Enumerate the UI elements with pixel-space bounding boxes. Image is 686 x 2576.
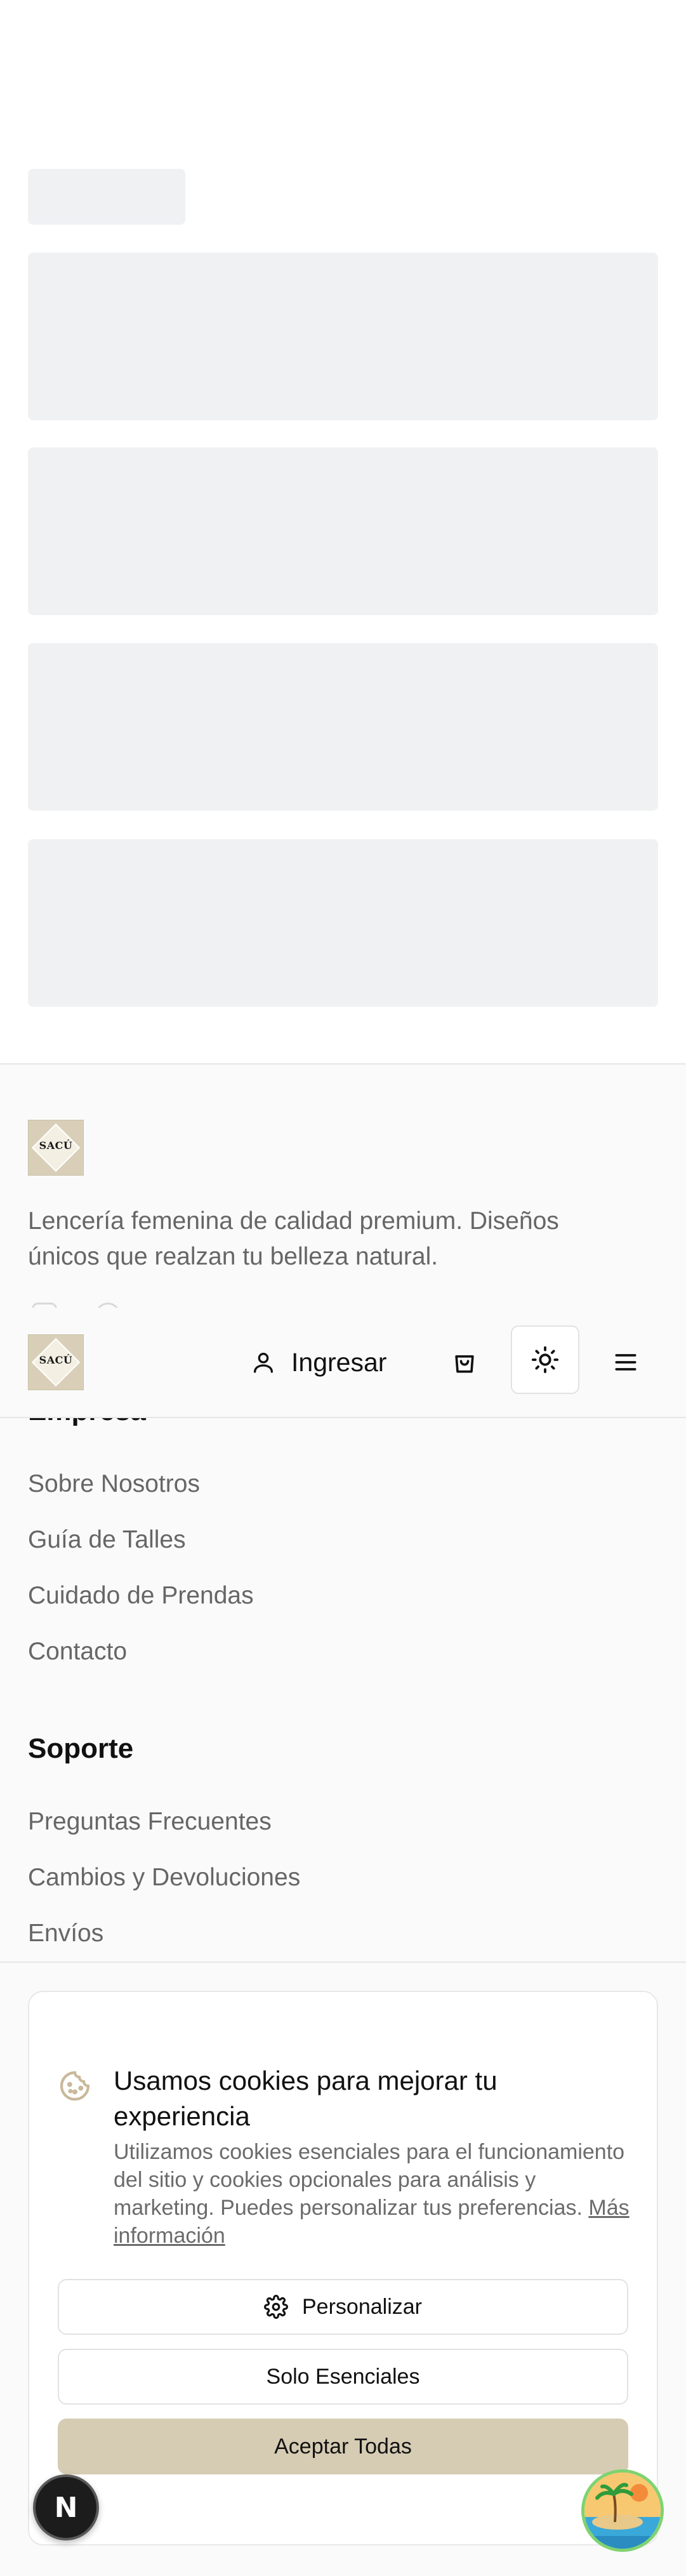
cookie-banner: Usamos cookies para mejorar tu experienc… [28, 1991, 658, 2546]
island-illustration [584, 2473, 661, 2549]
user-icon [254, 1353, 273, 1373]
accept-label: Aceptar Todas [274, 2434, 412, 2459]
logo-text: SACÚ [39, 1139, 73, 1152]
login-button[interactable]: Ingresar [251, 1334, 386, 1390]
customize-button[interactable]: Personalizar [58, 2279, 628, 2335]
cookie-title: Usamos cookies para mejorar tu experienc… [114, 2066, 498, 2131]
theme-toggle-button[interactable] [511, 1325, 579, 1394]
skeleton-card [28, 839, 658, 1007]
dev-tools-badge[interactable]: N [33, 2474, 99, 2540]
footer-link-garment-care[interactable]: Cuidado de Prendas [28, 1582, 254, 1610]
skeleton-card [28, 253, 658, 420]
footer-link-size-guide[interactable]: Guía de Talles [28, 1526, 186, 1554]
skeleton-card [28, 448, 658, 615]
header-logo[interactable]: SACÚ [28, 1334, 84, 1390]
footer-support-title: Soporte [28, 1733, 134, 1764]
footer-link-shipping[interactable]: Envíos [28, 1920, 103, 1948]
skeleton-card [28, 643, 658, 811]
login-label: Ingresar [291, 1347, 387, 1377]
footer-divider [0, 1962, 686, 1963]
customize-label: Personalizar [302, 2294, 422, 2319]
accept-all-button[interactable]: Aceptar Todas [58, 2419, 628, 2474]
footer-link-contact[interactable]: Contacto [28, 1638, 127, 1666]
shopping-bag-icon[interactable] [451, 1348, 478, 1376]
dev-badge-letter: N [54, 2491, 78, 2524]
skeleton-title [28, 169, 185, 225]
cookie-icon [60, 2071, 90, 2101]
cookie-body-text: Utilizamos cookies esenciales para el fu… [114, 2140, 625, 2220]
menu-icon[interactable] [612, 1348, 640, 1376]
footer-link-faq[interactable]: Preguntas Frecuentes [28, 1808, 272, 1836]
gear-icon [264, 2295, 288, 2319]
site-header: SACÚ Ingresar [0, 1308, 686, 1418]
essentials-label: Solo Esenciales [266, 2364, 420, 2389]
island-avatar-icon[interactable] [581, 2469, 664, 2552]
footer-description: Lencería femenina de calidad premium. Di… [28, 1207, 559, 1270]
footer-logo[interactable]: SACÚ [28, 1120, 84, 1176]
footer-link-returns[interactable]: Cambios y Devoluciones [28, 1864, 300, 1892]
cookie-body: Utilizamos cookies esenciales para el fu… [114, 2138, 634, 2250]
footer-link-about[interactable]: Sobre Nosotros [28, 1470, 200, 1498]
sun-icon [531, 1346, 559, 1374]
logo-text: SACÚ [39, 1354, 73, 1366]
essentials-only-button[interactable]: Solo Esenciales [58, 2349, 628, 2405]
